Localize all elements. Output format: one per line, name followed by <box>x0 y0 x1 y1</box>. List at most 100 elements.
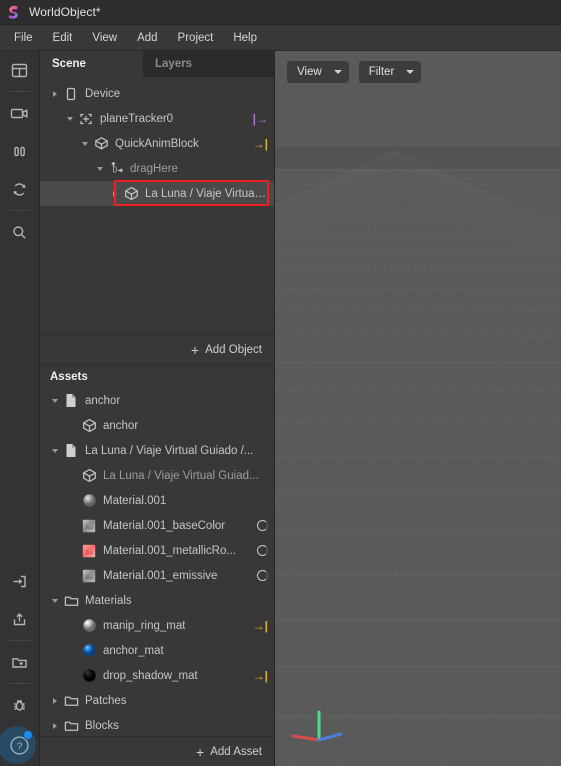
camera-icon <box>10 108 28 118</box>
bug-icon-button[interactable] <box>0 686 40 724</box>
asset-row-label: Material.001_baseColor <box>103 519 226 532</box>
tree-twisty[interactable] <box>48 697 62 704</box>
menu-item-view[interactable]: View <box>82 28 127 48</box>
asset-tree-row[interactable]: anchor <box>40 388 274 413</box>
viewport-toolbar: View Filter <box>275 51 561 93</box>
compression-status-icon[interactable] <box>257 545 268 557</box>
left-toolbar: ? <box>0 51 40 766</box>
upload-icon <box>13 612 26 625</box>
row-icon <box>80 418 98 433</box>
tree-twisty[interactable] <box>48 90 62 97</box>
asset-tree-row[interactable]: La Luna / Viaje Virtual Guiad... <box>40 463 274 488</box>
connection-tag-icon[interactable]: →| <box>247 619 268 633</box>
upload-icon-button[interactable] <box>0 600 40 638</box>
pause-icon-button[interactable] <box>0 132 40 170</box>
scene-tree-row[interactable]: Device <box>40 81 274 106</box>
compression-status-icon[interactable] <box>257 520 268 532</box>
material-sphere-gray-icon <box>82 494 96 508</box>
asset-tree-row[interactable]: La Luna / Viaje Virtual Guiado /... <box>40 438 274 463</box>
asset-tree-row[interactable]: Material.001_emissive <box>40 563 274 588</box>
assets-tree: anchor anchor La Luna / Viaje Virtual Gu… <box>40 388 274 736</box>
asset-tree-row[interactable]: Material.001 <box>40 488 274 513</box>
row-icon <box>80 668 98 683</box>
refresh-icon-button[interactable] <box>0 170 40 208</box>
tree-twisty[interactable] <box>78 141 92 146</box>
block-icon <box>94 137 108 150</box>
chevron-down-icon <box>52 398 58 403</box>
rail-divider-1 <box>8 91 31 92</box>
menu-item-file[interactable]: File <box>4 28 43 48</box>
filter-dropdown[interactable]: Filter <box>358 61 422 83</box>
asset-tree-row[interactable]: anchor_mat <box>40 638 274 663</box>
null-transform-icon: 0 <box>110 161 123 175</box>
mesh-icon <box>82 419 96 433</box>
menu-item-edit[interactable]: Edit <box>43 28 83 48</box>
compression-status-icon[interactable] <box>257 570 268 582</box>
assets-title: Assets <box>40 364 274 389</box>
scene-tree-row[interactable]: planeTracker0 |→ <box>40 106 274 131</box>
scene-tree-row[interactable]: 0 dragHere <box>40 156 274 181</box>
scene-row-label: La Luna / Viaje Virtual ... <box>145 187 268 200</box>
add-asset-button[interactable]: + Add Asset <box>196 745 262 759</box>
row-icon <box>62 443 80 458</box>
asset-row-label: Material.001 <box>103 494 167 507</box>
new-folder-icon-button[interactable] <box>0 643 40 681</box>
asset-tree-row[interactable]: Material.001_baseColor <box>40 513 274 538</box>
row-icon <box>80 493 98 508</box>
tree-twisty[interactable] <box>48 598 62 603</box>
asset-tree-row[interactable]: drop_shadow_mat →| <box>40 663 274 688</box>
tracker-icon <box>80 113 92 124</box>
row-icon <box>80 544 98 558</box>
tab-scene[interactable]: Scene <box>40 51 143 77</box>
asset-tree-row[interactable]: Blocks <box>40 713 274 736</box>
search-icon-button[interactable] <box>0 213 40 251</box>
add-object-button[interactable]: + Add Object <box>191 343 262 357</box>
scene-tree: Device planeTracker0 |→ QuickAnimBlock →| … <box>40 77 274 334</box>
scene-tree-row[interactable]: La Luna / Viaje Virtual ... <box>40 181 274 206</box>
help-icon-button[interactable]: ? <box>0 724 40 766</box>
chevron-right-icon <box>113 190 117 197</box>
layout-panel-icon-button[interactable] <box>0 51 40 89</box>
spark-logo-icon <box>8 5 18 19</box>
add-object-label: Add Object <box>205 343 262 356</box>
asset-tree-row[interactable]: Patches <box>40 688 274 713</box>
rail-divider-4 <box>8 683 31 684</box>
asset-tree-row[interactable]: Materials <box>40 588 274 613</box>
asset-tree-row[interactable]: manip_ring_mat →| <box>40 613 274 638</box>
tree-twisty[interactable] <box>108 190 122 197</box>
menu-item-help[interactable]: Help <box>223 28 267 48</box>
tree-twisty[interactable] <box>48 448 62 453</box>
menu-item-add[interactable]: Add <box>127 28 167 48</box>
scene-panel-footer: + Add Object <box>40 334 274 365</box>
connection-tag-icon[interactable]: |→ <box>247 112 268 126</box>
import-icon <box>13 575 26 587</box>
row-icon <box>80 618 98 633</box>
mesh-icon <box>82 469 96 483</box>
row-icon <box>62 594 80 608</box>
menu-item-project[interactable]: Project <box>168 28 224 48</box>
chevron-right-icon <box>53 697 57 704</box>
tree-twisty[interactable] <box>48 398 62 403</box>
asset-tree-row[interactable]: Material.001_metallicRo... <box>40 538 274 563</box>
material-sphere-silver-icon <box>82 619 96 633</box>
view-dropdown[interactable]: View <box>287 61 349 83</box>
scene-tree-row[interactable]: QuickAnimBlock →| <box>40 131 274 156</box>
connection-tag-icon[interactable]: →| <box>247 137 268 151</box>
viewport-3d[interactable]: View Filter <box>275 51 561 766</box>
asset-row-label: anchor <box>103 419 139 432</box>
tree-twisty[interactable] <box>93 166 107 171</box>
tree-twisty[interactable] <box>48 722 62 729</box>
layout-panel-icon <box>11 63 28 77</box>
file-icon <box>66 394 76 408</box>
asset-tree-row[interactable]: anchor <box>40 413 274 438</box>
add-asset-plus-icon: + <box>196 743 205 760</box>
assets-panel-footer: + Add Asset <box>40 736 274 766</box>
asset-row-label: Blocks <box>85 719 119 732</box>
connection-tag-icon[interactable]: →| <box>247 669 268 683</box>
tree-twisty[interactable] <box>63 116 77 121</box>
tab-layers[interactable]: Layers <box>143 51 274 77</box>
import-icon-button[interactable] <box>0 562 40 600</box>
left-panel: Scene Layers Device planeTracker0 |→ Quic… <box>40 51 275 766</box>
camera-icon-button[interactable] <box>0 94 40 132</box>
row-icon <box>80 569 98 583</box>
